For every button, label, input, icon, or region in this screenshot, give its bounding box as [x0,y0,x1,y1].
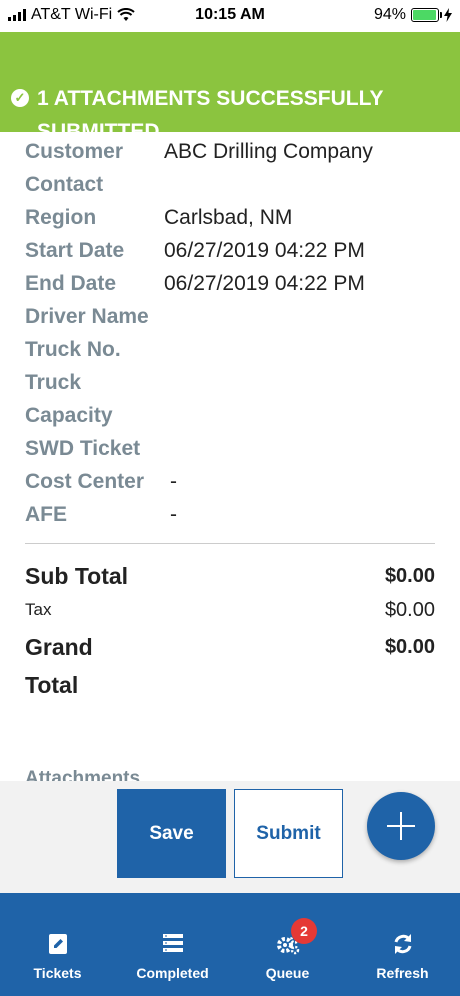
detail-value: ABC Drilling Company [164,140,373,163]
detail-label: SWD Ticket [25,437,141,460]
tab-refresh[interactable]: Refresh [345,893,460,996]
detail-row-truck: Truck [25,366,445,399]
totals-section: Sub Total $0.00 Tax $0.00 Grand Total $0… [25,560,435,704]
edit-icon [48,934,67,954]
battery-percent: 94% [373,6,406,23]
tab-label: Queue [265,965,310,981]
tab-queue[interactable]: Queue [230,893,345,996]
sub-total-label: Sub Total [25,563,129,589]
battery-icon [411,8,442,22]
check-circle-icon: ✓ [11,89,29,107]
detail-row-swd-ticket: SWD Ticket [25,432,445,465]
detail-label: Customer [25,140,124,163]
charging-icon [444,8,452,22]
ticket-details: Customer ABC Drilling Company Contact Re… [25,135,445,531]
detail-row-afe: AFE - [25,498,445,531]
status-right: 94% [374,6,452,24]
action-bar: Save Submit [0,781,460,893]
tax-row: Tax $0.00 [25,592,435,628]
queue-count-badge: 2 [291,918,317,944]
detail-value: - [170,503,177,526]
detail-value: Carlsbad, NM [164,206,293,229]
detail-row-end-date: End Date 06/27/2019 04:22 PM [25,267,445,300]
detail-label: Cost Center [25,470,145,493]
detail-label: Truck No. [25,338,121,361]
save-button[interactable]: Save [117,789,226,878]
detail-label: Region [25,206,97,229]
tax-label: Tax [25,600,52,619]
tab-tickets[interactable]: Tickets [0,893,115,996]
detail-row-cost-center: Cost Center - [25,465,445,498]
detail-label: End Date [25,272,117,295]
detail-row-truck-no: Truck No. [25,333,445,366]
detail-row-driver-name: Driver Name [25,300,445,333]
tax-value: $0.00 [384,599,435,621]
tab-label: Completed [136,965,209,981]
detail-row-capacity: Capacity [25,399,445,432]
status-bar: AT&T Wi-Fi 10:15 AM 94% [0,0,460,32]
grand-total-row: Grand Total $0.00 [25,628,435,704]
detail-label: Start Date [25,239,125,262]
detail-label: Truck [25,371,82,394]
refresh-icon [394,934,411,954]
attachments-heading: Attachments [25,768,141,781]
bottom-tab-bar: Tickets Completed Queue Refresh [0,893,460,996]
tab-label: Tickets [33,965,82,981]
grand-total-value: $0.00 [384,636,435,658]
divider [25,543,435,544]
detail-row-contact: Contact [25,168,445,201]
sub-total-value: $0.00 [384,565,435,587]
submit-button[interactable]: Submit [234,789,343,878]
detail-label: Driver Name [25,305,149,328]
detail-label: Contact [25,173,104,196]
detail-label: Capacity [25,404,113,427]
detail-value: - [170,470,177,493]
tab-completed[interactable]: Completed [115,893,230,996]
sub-total-row: Sub Total $0.00 [25,560,435,592]
battery-fill [413,10,436,20]
success-banner: ✓ 1 ATTACHMENTS SUCCESSFULLY SUBMITTED [0,32,460,143]
grand-total-label: Grand Total [25,634,93,698]
tab-label: Refresh [376,965,429,981]
detail-row-customer: Customer ABC Drilling Company [25,135,445,168]
detail-row-region: Region Carlsbad, NM [25,201,445,234]
detail-value: 06/27/2019 04:22 PM [164,272,365,295]
add-button[interactable] [367,792,435,860]
detail-value: 06/27/2019 04:22 PM [164,239,365,262]
detail-row-start-date: Start Date 06/27/2019 04:22 PM [25,234,445,267]
detail-label: AFE [25,503,67,526]
list-icon [162,934,183,952]
